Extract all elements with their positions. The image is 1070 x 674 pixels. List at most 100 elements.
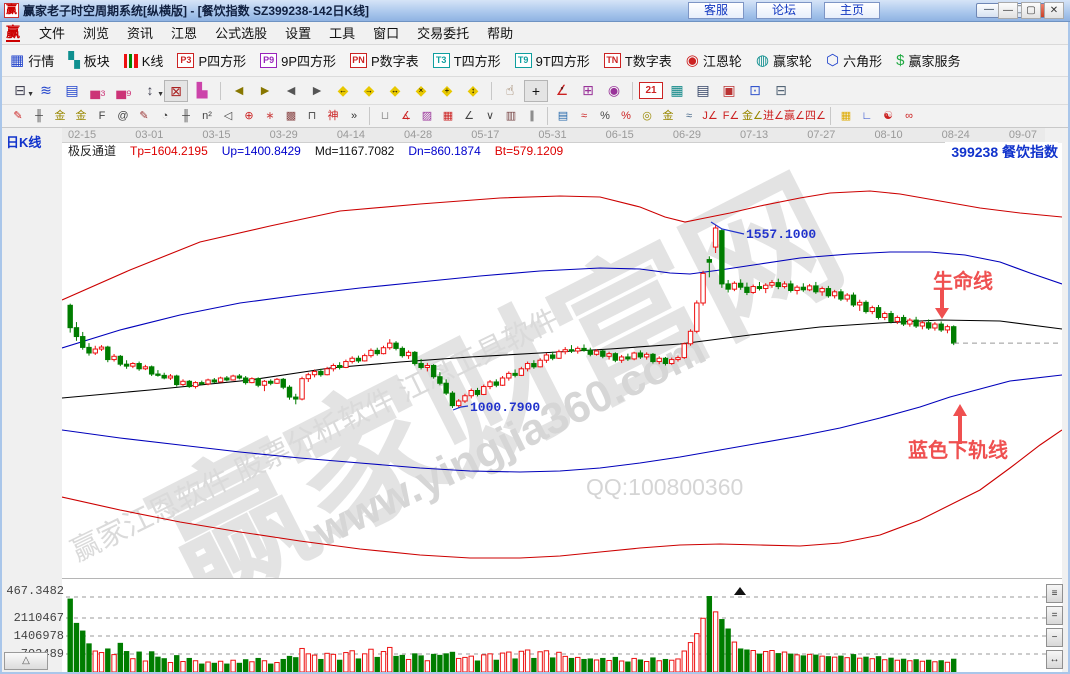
n-square-button[interactable]: n² xyxy=(197,107,217,126)
frame-tool-button[interactable]: ⊔ xyxy=(375,107,395,126)
flag-chart-button[interactable]: ▙ xyxy=(190,80,214,102)
f-angle-button[interactable]: F∠ xyxy=(721,107,741,126)
diamond-left-button[interactable]: ◆← xyxy=(331,80,355,102)
t-square-button[interactable]: T3T四方形 xyxy=(433,51,501,70)
wave-angle-button[interactable]: ∨ xyxy=(480,107,500,126)
gold-line-button[interactable]: 金 xyxy=(658,107,678,126)
bars-3-button[interactable]: ▄₃ xyxy=(86,80,110,102)
titlebar-button-0[interactable]: 客服 xyxy=(688,2,744,19)
j-angle-button[interactable]: J∠ xyxy=(700,107,720,126)
bars-9-button[interactable]: ▄₉ xyxy=(112,80,136,102)
t-number-table-button[interactable]: TNT数字表 xyxy=(604,51,672,70)
go-first-button[interactable]: ◄ xyxy=(227,80,251,102)
vol-scale-small-button[interactable]: − xyxy=(1046,628,1063,647)
fibonacci-button[interactable]: F xyxy=(92,107,112,126)
k-mark-button[interactable]: ⊓ xyxy=(302,107,322,126)
volume-chart[interactable] xyxy=(62,579,1062,674)
line-chart-button[interactable]: ∟ xyxy=(857,107,877,126)
p-number-table-button[interactable]: PNP数字表 xyxy=(350,51,419,70)
winner-service-button[interactable]: $赢家服务 xyxy=(896,51,960,70)
vol-scale-large-button[interactable]: ≡ xyxy=(1046,584,1063,603)
kline-button[interactable]: K线 xyxy=(124,51,164,70)
hexagon-button[interactable]: ⬡六角形 xyxy=(826,51,882,70)
price-grid-button[interactable]: ▥ xyxy=(501,107,521,126)
menu-item-9[interactable]: 帮助 xyxy=(478,24,522,43)
infinity-button[interactable]: ∞ xyxy=(899,107,919,126)
gold-circle-button[interactable]: ◎ xyxy=(637,107,657,126)
percent-line-button[interactable]: % xyxy=(616,107,636,126)
fan-lines-button[interactable]: ∡ xyxy=(396,107,416,126)
diamond-right-button[interactable]: ◆→ xyxy=(357,80,381,102)
si-angle-button[interactable]: 四∠ xyxy=(805,107,825,126)
vol-slider-button[interactable]: ↔ xyxy=(1046,650,1063,669)
main-chart-pane[interactable]: 赢家财富网 赢家江恩软件 股票分析软件 江恩工具软件 www.yingjia36… xyxy=(62,158,1062,578)
menu-item-3[interactable]: 江恩 xyxy=(162,24,206,43)
report-button[interactable]: ▤ xyxy=(691,80,715,102)
taiji-button[interactable]: ☯ xyxy=(878,107,898,126)
p-square-button[interactable]: P3P四方形 xyxy=(177,51,246,70)
titlebar-button-2[interactable]: 主页 xyxy=(824,2,880,19)
hand-button[interactable]: ☝ xyxy=(498,80,522,102)
go-last-button[interactable]: ► xyxy=(253,80,277,102)
gold-ratio-2-button[interactable]: 金 xyxy=(71,107,91,126)
yellow-grid-button[interactable]: ▦ xyxy=(836,107,856,126)
wave-tool-button[interactable]: ≋ xyxy=(34,80,58,102)
menu-item-8[interactable]: 交易委托 xyxy=(408,24,478,43)
quotes-button[interactable]: ▦行情 xyxy=(10,51,54,70)
titlebar-button-1[interactable]: 论坛 xyxy=(756,2,812,19)
gold-ratio-1-button[interactable]: 金 xyxy=(50,107,70,126)
notes-button[interactable]: ▤ xyxy=(60,80,84,102)
draw-pencil-button[interactable]: ✎ xyxy=(8,107,28,126)
volume-expand-button[interactable]: △ xyxy=(4,652,48,670)
crosshair-button[interactable]: + xyxy=(524,80,548,102)
menu-item-5[interactable]: 设置 xyxy=(276,24,320,43)
menu-item-6[interactable]: 工具 xyxy=(320,24,364,43)
menu-item-2[interactable]: 资讯 xyxy=(118,24,162,43)
mdi-minimize-button[interactable]: — xyxy=(998,2,1018,19)
diamond-shrink-button[interactable]: ◆× xyxy=(409,80,433,102)
time-ruler-button[interactable]: ╫ xyxy=(29,107,49,126)
candlestick-chart[interactable] xyxy=(62,158,1062,578)
win-angle-button[interactable]: 赢∠ xyxy=(784,107,804,126)
volume-pane[interactable] xyxy=(62,578,1062,674)
spiral-button[interactable]: @ xyxy=(113,107,133,126)
pencil-ruler-button[interactable]: ✎ xyxy=(134,107,154,126)
sectors-button[interactable]: ▚板块 xyxy=(68,51,110,70)
gann-wheel-button[interactable]: ◉江恩轮 xyxy=(686,51,742,70)
step-right-button[interactable]: ► xyxy=(305,80,329,102)
menu-item-7[interactable]: 窗口 xyxy=(364,24,408,43)
mdi-restore-button[interactable]: ▢ xyxy=(1021,2,1041,19)
gann-target-button[interactable]: ⊕ xyxy=(239,107,259,126)
grid-ruler-button[interactable]: ╫ xyxy=(176,107,196,126)
9t-square-button[interactable]: T99T四方形 xyxy=(515,51,590,70)
more-button[interactable]: » xyxy=(344,107,364,126)
percent-button[interactable]: % xyxy=(595,107,615,126)
stats-column-button[interactable]: ▤ xyxy=(553,107,573,126)
winner-wheel-button[interactable]: ◍赢家轮 xyxy=(756,51,812,70)
menu-item-4[interactable]: 公式选股 xyxy=(206,24,276,43)
grid-box-button[interactable]: ▦ xyxy=(438,107,458,126)
mind-tool-button[interactable]: ◉ xyxy=(602,80,626,102)
diamond-expand-button[interactable]: ◆↔ xyxy=(383,80,407,102)
gann-grid-tool-button[interactable]: ⊞ xyxy=(576,80,600,102)
candle-tool-button[interactable]: ↕▼ xyxy=(138,80,162,102)
time-cycle-button[interactable]: ◔ xyxy=(155,107,175,126)
menu-item-0[interactable]: 文件 xyxy=(30,24,74,43)
export-button[interactable]: ⊟ xyxy=(769,80,793,102)
gold-angle-button[interactable]: 金∠ xyxy=(742,107,762,126)
diamond-plus-button[interactable]: ◆+ xyxy=(435,80,459,102)
angle-measure-button[interactable]: ∠° xyxy=(550,80,574,102)
angle-ruler-button[interactable]: ◁ xyxy=(218,107,238,126)
menu-item-1[interactable]: 浏览 xyxy=(74,24,118,43)
save-button[interactable]: ▣ xyxy=(717,80,741,102)
fan-box-button[interactable]: ▨ xyxy=(417,107,437,126)
9p-square-button[interactable]: P99P四方形 xyxy=(260,51,336,70)
diamond-vert-button[interactable]: ◆↕ xyxy=(461,80,485,102)
wave-tool-2-button[interactable]: ≈ xyxy=(679,107,699,126)
angle-line-button[interactable]: ∠ xyxy=(459,107,479,126)
mdi-close-button[interactable]: ✕ xyxy=(1044,2,1064,19)
gann-box-grid-button[interactable]: ▩ xyxy=(281,107,301,126)
percent-zone-button[interactable]: ≈ xyxy=(574,107,594,126)
trend-lines-button[interactable]: ∥ xyxy=(522,107,542,126)
pattern-box-button[interactable]: ⊠ xyxy=(164,80,188,102)
